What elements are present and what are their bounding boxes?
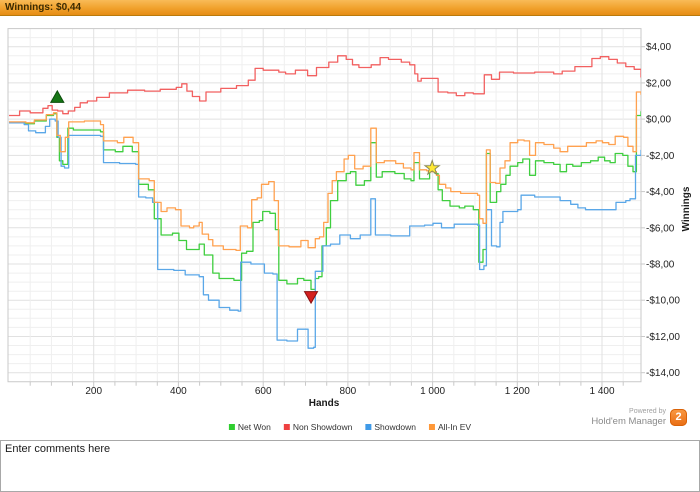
y-tick-label: $2,00	[646, 78, 671, 89]
legend-swatch-all-in-ev	[428, 424, 435, 430]
y-tick-label: -$4,00	[646, 187, 675, 198]
y-tick-label: -$8,00	[646, 260, 675, 271]
legend-item-non-showdown[interactable]: Non Showdown	[283, 422, 353, 432]
y-tick-label: $4,00	[646, 42, 671, 53]
y-tick-label: -$2,00	[646, 151, 675, 162]
hm2-logo-badge: 2	[670, 409, 687, 426]
product-name-label: Hold'em Manager	[591, 416, 666, 427]
comments-input[interactable]: Enter comments here	[0, 440, 700, 492]
legend-label: All-In EV	[438, 422, 471, 432]
winnings-total-label: Winnings: $0,44	[5, 2, 82, 13]
y-axis-tick-labels: $4,00 $2,00 $0,00 -$2,00 -$4,00 -$6,00 -$8,00 -…	[646, 42, 680, 379]
x-tick-label: 1 000	[420, 386, 445, 397]
marker-triangle-up-icon[interactable]	[49, 89, 65, 103]
y-tick-label: -$12,00	[646, 332, 680, 343]
plot-grid	[7, 28, 642, 383]
powered-by-label: Powered by	[629, 408, 666, 415]
legend-item-net-won[interactable]: Net Won	[228, 422, 271, 432]
y-tick-label: $0,00	[646, 115, 671, 126]
legend: Net Won Non Showdown Showdown All-In EV	[228, 422, 471, 432]
x-tick-label: 800	[340, 386, 357, 397]
legend-swatch-net-won	[228, 424, 235, 430]
graph-markers	[49, 89, 441, 305]
x-axis-title: Hands	[309, 398, 340, 409]
branding: Powered by Hold'em Manager 2	[591, 407, 687, 428]
x-tick-label: 600	[255, 386, 272, 397]
y-tick-label: -$6,00	[646, 223, 675, 234]
series-all-in-ev	[9, 91, 641, 252]
x-tick-label: 1 200	[505, 386, 530, 397]
series-showdown	[9, 118, 641, 349]
x-tick-label: 1 400	[589, 386, 614, 397]
y-tick-label: -$14,00	[646, 368, 680, 379]
legend-item-all-in-ev[interactable]: All-In EV	[428, 422, 471, 432]
x-tick-label: 400	[170, 386, 187, 397]
winnings-graph: 200 400 600 800 1 000 1 200 1 400 $4,00 $2,00 $0,…	[7, 28, 692, 432]
legend-swatch-showdown	[365, 424, 372, 430]
legend-swatch-non-showdown	[283, 424, 290, 430]
winnings-title-bar: Winnings: $0,44	[0, 0, 700, 16]
legend-label: Net Won	[238, 422, 271, 432]
legend-label: Non Showdown	[293, 422, 353, 432]
x-axis-tick-labels: 200 400 600 800 1 000 1 200 1 400	[85, 386, 615, 397]
legend-label: Showdown	[374, 422, 416, 432]
y-axis-title: Winnings	[681, 186, 692, 231]
y-tick-label: -$10,00	[646, 296, 680, 307]
series-lines	[9, 55, 641, 349]
x-tick-label: 200	[85, 386, 102, 397]
legend-item-showdown[interactable]: Showdown	[365, 422, 416, 432]
